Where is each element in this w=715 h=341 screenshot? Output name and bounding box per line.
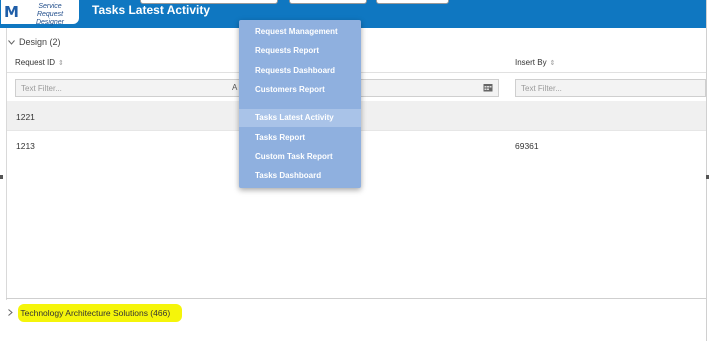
logo-line-1: Service Request [36, 3, 64, 18]
cell-request-id: 1221 [16, 112, 35, 122]
chevron-right-icon [8, 308, 15, 318]
column-header-insert-by[interactable]: Insert By ⇕ [515, 58, 555, 67]
column-label: Insert By [515, 58, 547, 67]
resize-handle[interactable] [0, 175, 3, 179]
group-header-design[interactable]: Design (2) [8, 37, 61, 47]
menu-item-requests-report[interactable]: Requests Report [239, 42, 361, 60]
chevron-down-icon [8, 37, 15, 47]
column-label: Request ID [15, 58, 56, 67]
menu-item-request-management[interactable]: Request Management [239, 23, 361, 41]
header-tab-outline[interactable] [289, 0, 367, 4]
header-tab-outline[interactable] [376, 0, 449, 4]
menu-item-requests-dashboard[interactable]: Requests Dashboard [239, 62, 361, 80]
menu-item-customers-report[interactable]: Customers Report [239, 81, 361, 99]
logo-line-2: Designer [35, 19, 64, 26]
cell-request-id: 1213 [16, 141, 35, 151]
filter-placeholder: Text Filter... [521, 84, 562, 93]
filter-placeholder: Text Filter... [21, 84, 62, 93]
cell-insert-by: 69361 [515, 141, 539, 151]
menu-item-custom-task-report[interactable]: Custom Task Report [239, 148, 361, 166]
menu-item-tasks-latest-activity[interactable]: Tasks Latest Activity [239, 109, 361, 127]
logo-mark-icon: M [4, 3, 19, 21]
menu-item-tasks-dashboard[interactable]: Tasks Dashboard [239, 167, 361, 185]
app-logo[interactable]: M Service Request Designer [1, 0, 79, 27]
resize-handle[interactable] [706, 175, 709, 179]
group-label-highlighted: Technology Architecture Solutions (466) [18, 304, 183, 322]
menu-item-tasks-report[interactable]: Tasks Report [239, 129, 361, 147]
group-header-technology-architecture[interactable]: Technology Architecture Solutions (466) [8, 304, 183, 322]
group-label: Design (2) [19, 37, 61, 47]
panel-border [6, 298, 706, 299]
sort-icon[interactable]: ⇕ [58, 60, 64, 67]
sort-icon[interactable]: ⇕ [550, 60, 556, 67]
page-title: Tasks Latest Activity [92, 3, 211, 17]
filter-partial-text: A [232, 83, 238, 92]
insert-by-filter-input[interactable]: Text Filter... [515, 79, 706, 97]
reports-dropdown-menu: Request Management Requests Report Reque… [239, 20, 361, 188]
panel-border [6, 28, 7, 300]
calendar-icon[interactable] [483, 83, 493, 92]
splitter[interactable] [706, 0, 707, 341]
column-header-request-id[interactable]: Request ID ⇕ [15, 58, 64, 67]
logo-text: Service Request Designer [25, 3, 75, 27]
